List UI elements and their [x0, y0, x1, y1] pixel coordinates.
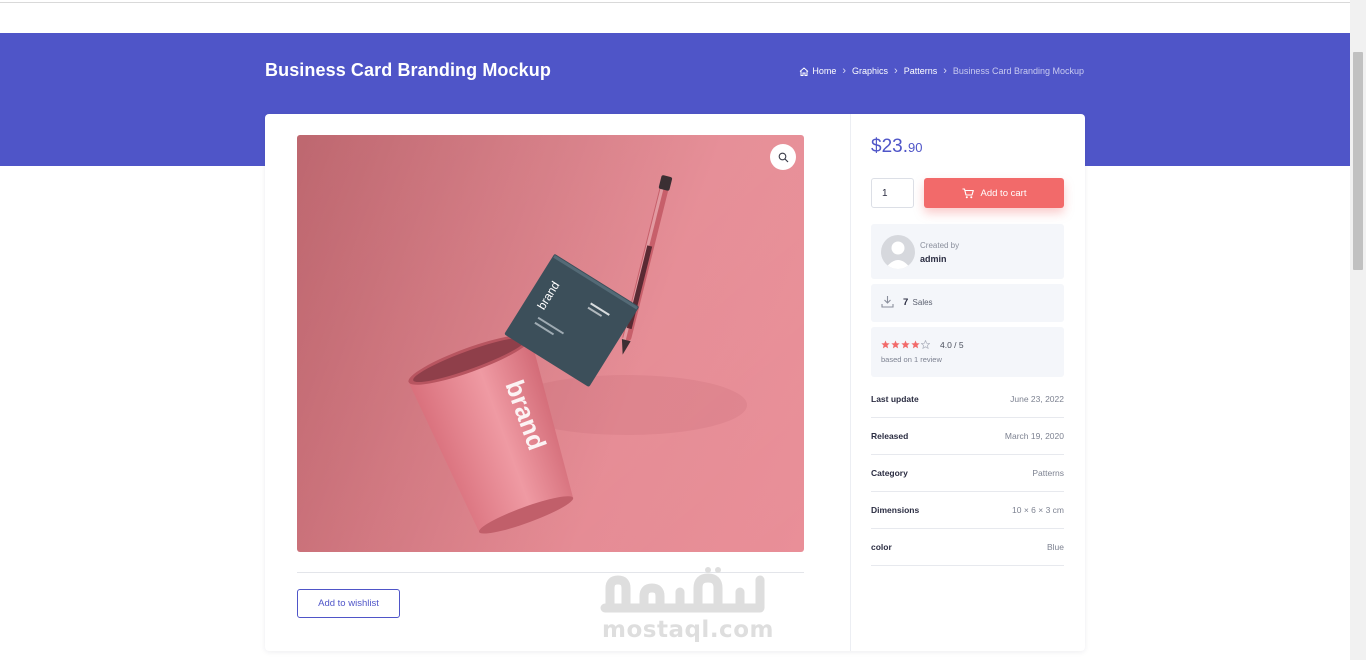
- meta-value: 10 × 6 × 3 cm: [1012, 505, 1064, 515]
- rating-review-count: based on 1 review: [881, 355, 942, 364]
- quantity-input[interactable]: [871, 178, 914, 208]
- zoom-button[interactable]: [770, 144, 796, 170]
- chevron-right-icon: ›: [943, 64, 947, 77]
- meta-row-dimensions: Dimensions 10 × 6 × 3 cm: [871, 492, 1064, 529]
- meta-key: color: [871, 542, 892, 552]
- sales-number: 7: [903, 297, 909, 308]
- top-address-strip: [0, 0, 1350, 3]
- column-divider: [850, 114, 851, 651]
- avatar[interactable]: [881, 235, 915, 269]
- star-filled-icon: [911, 340, 920, 349]
- meta-row-released: Released March 19, 2020: [871, 418, 1064, 455]
- product-image[interactable]: brand brand: [297, 135, 804, 552]
- breadcrumb-home-label: Home: [812, 66, 837, 76]
- mostaql-watermark-text: mostaql.com: [602, 617, 774, 643]
- product-photo-art: brand brand: [297, 135, 804, 552]
- mostaql-arabic-logo: [600, 567, 765, 613]
- breadcrumb-current: Business Card Branding Mockup: [952, 66, 1084, 76]
- chevron-right-icon: ›: [894, 64, 898, 77]
- meta-value: Blue: [1046, 542, 1064, 552]
- author-box: Created by admin: [871, 224, 1064, 279]
- created-by-label: Created by: [920, 241, 960, 250]
- meta-key: Category: [871, 468, 908, 478]
- meta-value: March 19, 2020: [1004, 431, 1064, 441]
- star-empty-icon: [921, 340, 930, 349]
- price-cents: 90: [907, 140, 923, 155]
- rating-value: 4.0 / 5: [940, 340, 964, 350]
- author-name[interactable]: admin: [920, 254, 947, 264]
- sales-box: 7 Sales: [871, 284, 1064, 322]
- sales-label: Sales: [912, 298, 933, 307]
- home-icon: [800, 66, 809, 76]
- scrollbar-thumb[interactable]: [1353, 52, 1363, 270]
- meta-row-color: color Blue: [871, 529, 1064, 566]
- price-main: $23.: [871, 136, 908, 157]
- add-to-cart-label: Add to cart: [980, 187, 1027, 199]
- vertical-scrollbar[interactable]: [1350, 0, 1366, 660]
- meta-row-category: Category Patterns: [871, 455, 1064, 492]
- product-meta-list: Last update June 23, 2022 Released March…: [871, 381, 1064, 566]
- breadcrumb-home[interactable]: Home: [799, 66, 836, 76]
- search-icon: [778, 152, 788, 162]
- page-title: Business Card Branding Mockup: [265, 60, 551, 80]
- user-avatar-icon: [885, 241, 911, 269]
- meta-key: Dimensions: [871, 505, 920, 515]
- star-filled-icon: [881, 340, 890, 349]
- add-to-wishlist-button[interactable]: Add to wishlist: [297, 589, 400, 618]
- star-filled-icon: [901, 340, 910, 349]
- mostaql-watermark: mostaql.com: [600, 566, 773, 648]
- meta-row-last-update: Last update June 23, 2022: [871, 381, 1064, 418]
- chevron-right-icon: ›: [842, 64, 847, 77]
- sales-count: 7 Sales: [903, 297, 933, 308]
- rating-box: 4.0 / 5 based on 1 review: [871, 327, 1064, 377]
- meta-key: Released: [871, 431, 909, 441]
- breadcrumb-graphics[interactable]: Graphics: [852, 66, 888, 76]
- add-to-cart-button[interactable]: Add to cart: [924, 178, 1064, 208]
- meta-value: June 23, 2022: [1010, 394, 1064, 404]
- product-card: brand brand Add to wishlist mostaql.com …: [265, 114, 1085, 651]
- meta-value[interactable]: Patterns: [1032, 468, 1064, 478]
- meta-key: Last update: [871, 394, 919, 404]
- product-price: $23.90: [871, 136, 922, 158]
- breadcrumb-patterns[interactable]: Patterns: [904, 66, 938, 76]
- breadcrumb: Home › Graphics › Patterns › Business Ca…: [799, 64, 1084, 77]
- star-filled-icon: [891, 340, 900, 349]
- star-rating: [881, 340, 930, 349]
- download-icon: [881, 296, 894, 308]
- cart-icon: [962, 187, 974, 198]
